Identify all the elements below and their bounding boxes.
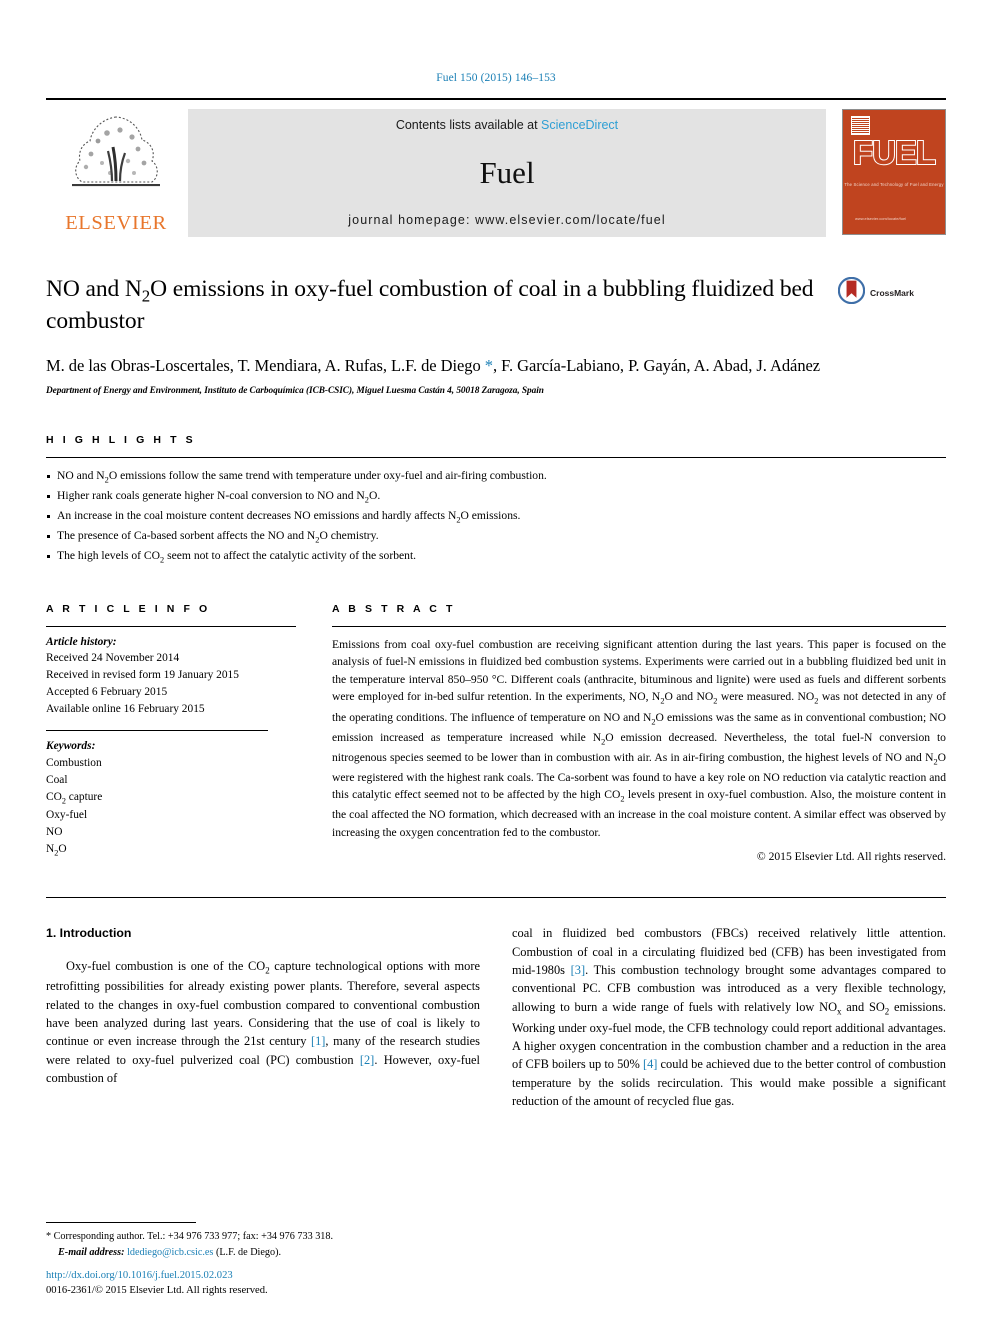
article-info-divider — [46, 625, 296, 627]
abstract-section: A B S T R A C T Emissions from coal oxy-… — [332, 602, 946, 864]
affiliation: Department of Energy and Environment, In… — [46, 386, 544, 397]
list-item: Higher rank coals generate higher N-coal… — [46, 487, 946, 507]
abstract-divider — [332, 625, 946, 627]
doi-link[interactable]: http://dx.doi.org/10.1016/j.fuel.2015.02… — [46, 1268, 268, 1284]
author-names: M. de las Obras-Loscertales, T. Mendiara… — [46, 356, 821, 376]
keywords-label: Keywords: — [46, 740, 96, 753]
abstract-copyright: © 2015 Elsevier Ltd. All rights reserved… — [756, 850, 946, 864]
crossmark-label: CrossMark — [870, 288, 914, 298]
list-item: NO and N2O emissions follow the same tre… — [46, 467, 946, 487]
journal-homepage[interactable]: journal homepage: www.elsevier.com/locat… — [348, 213, 665, 227]
running-head: Fuel 150 (2015) 146–153 — [436, 72, 556, 84]
email-owner: (L.F. de Diego). — [215, 1246, 282, 1258]
article-history-label: Article history: — [46, 635, 117, 648]
elsevier-mark-icon — [851, 116, 870, 135]
elsevier-wordmark: ELSEVIER — [65, 211, 167, 234]
abstract-body: Emissions from coal oxy-fuel combustion … — [332, 637, 946, 839]
cover-title: FUEL — [852, 134, 937, 171]
introduction-paragraph-right: coal in fluidized bed combustors (FBCs) … — [512, 926, 946, 1108]
email-line: E-mail address: ldediego@icb.csic.es (L.… — [46, 1245, 476, 1260]
cover-footer: www.elsevier.com/locate/fuel — [855, 216, 907, 221]
list-item: The high levels of CO2 seem not to affec… — [46, 547, 946, 567]
keyword-item: N2O — [46, 842, 67, 857]
body-column-right: coal in fluidized bed combustors (FBCs) … — [512, 924, 946, 1110]
history-item: Received 24 November 2014 — [46, 652, 180, 665]
author-list: M. de las Obras-Loscertales, T. Mendiara… — [46, 354, 946, 377]
keyword-item: Oxy-fuel — [46, 809, 88, 822]
history-item: Available online 16 February 2015 — [46, 702, 205, 715]
journal-masthead: ELSEVIER Contents lists available at Sci… — [46, 98, 946, 237]
highlights-heading: H I G H L I G H T S — [46, 434, 196, 447]
cover-subtitle: The Science and Technology of Fuel and E… — [844, 182, 944, 187]
introduction-heading: 1. Introduction — [46, 926, 132, 941]
keyword-item: NO — [46, 825, 63, 838]
footnote-divider — [46, 1222, 196, 1224]
issn-copyright: 0016-2361/© 2015 Elsevier Ltd. All right… — [46, 1285, 268, 1297]
page-title: NO and N2O emissions in oxy-fuel combust… — [46, 276, 814, 335]
introduction-paragraph-left: Oxy-fuel combustion is one of the CO2 ca… — [46, 958, 481, 1086]
corresponding-author-note: * Corresponding author. Tel.: +34 976 73… — [46, 1229, 476, 1260]
highlights-divider — [46, 457, 946, 459]
email-label: E-mail address: — [58, 1246, 125, 1258]
crossmark-icon — [837, 276, 866, 309]
highlights-list: NO and N2O emissions follow the same tre… — [46, 467, 946, 566]
abstract-heading: A B S T R A C T — [332, 602, 456, 615]
article-history: Article history: Received 24 November 20… — [46, 634, 296, 718]
footer-block: http://dx.doi.org/10.1016/j.fuel.2015.02… — [46, 1268, 268, 1299]
title-block: NO and N2O emissions in oxy-fuel combust… — [46, 275, 946, 337]
elsevier-tree-icon — [64, 111, 168, 199]
body-column-left: 1. Introduction Oxy-fuel combustion is o… — [46, 924, 480, 1110]
history-item: Accepted 6 February 2015 — [46, 685, 168, 698]
journal-banner: Contents lists available at ScienceDirec… — [188, 109, 826, 237]
section-divider — [46, 897, 946, 899]
list-item: The presence of Ca-based sorbent affects… — [46, 527, 946, 547]
elsevier-logo: ELSEVIER — [46, 109, 186, 237]
keyword-item: CO2 capture — [46, 790, 103, 806]
corresponding-author-line: * Corresponding author. Tel.: +34 976 73… — [46, 1231, 334, 1243]
list-item: An increase in the coal moisture content… — [46, 507, 946, 527]
keywords-block: Keywords: Combustion Coal CO2 capture Ox… — [46, 738, 296, 858]
sciencedirect-link[interactable]: ScienceDirect — [541, 118, 618, 132]
highlights-section: H I G H L I G H T S NO and N2O emissions… — [46, 434, 946, 566]
journal-title: Fuel — [479, 155, 535, 190]
contents-line: Contents lists available at ScienceDirec… — [396, 118, 618, 132]
article-page: Fuel 150 (2015) 146–153 ELSEVIER Content… — [0, 0, 992, 1323]
keyword-item: Coal — [46, 774, 68, 787]
crossmark-badge[interactable]: CrossMark — [837, 275, 946, 309]
article-info-section: A R T I C L E I N F O Article history: R… — [46, 603, 296, 864]
email-link[interactable]: ldediego@icb.csic.es — [127, 1247, 213, 1258]
keywords-divider — [46, 730, 268, 732]
article-info-heading: A R T I C L E I N F O — [46, 602, 211, 615]
info-abstract-row: A R T I C L E I N F O Article history: R… — [46, 602, 946, 864]
keyword-item: Combustion — [46, 757, 102, 770]
history-item: Received in revised form 19 January 2015 — [46, 669, 239, 682]
body-columns: 1. Introduction Oxy-fuel combustion is o… — [46, 924, 946, 1110]
journal-cover-thumbnail: FUEL The Science and Technology of Fuel … — [836, 109, 946, 237]
footnote-block: * Corresponding author. Tel.: +34 976 73… — [46, 1222, 476, 1260]
contents-prefix: Contents lists available at — [395, 118, 542, 132]
